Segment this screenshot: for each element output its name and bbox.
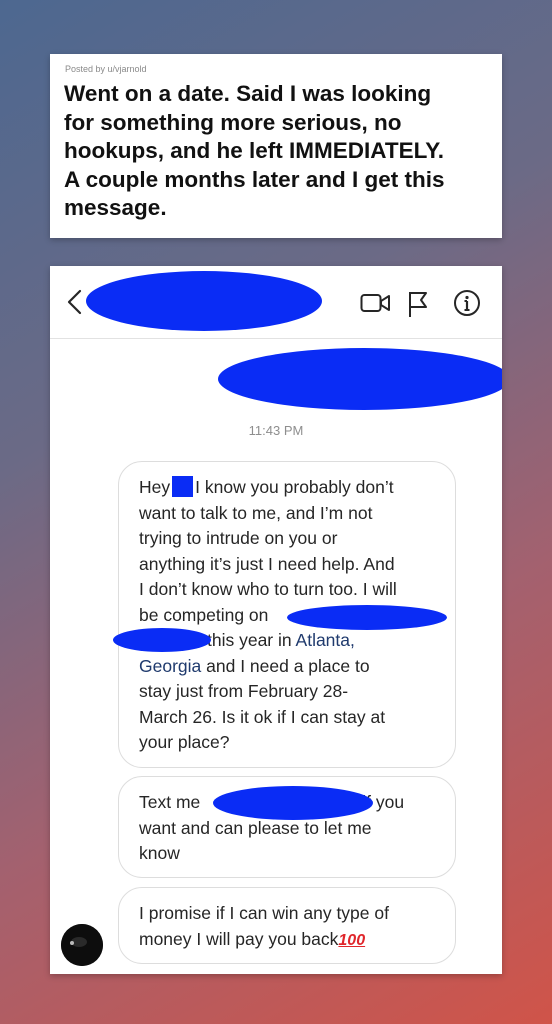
message-line: Georgia and I need a place to: [139, 654, 439, 680]
message-text: Text me: [139, 792, 201, 812]
message-line: March 26. Is it ok if I can stay at: [139, 706, 386, 727]
avatar[interactable]: [61, 924, 103, 966]
chat-screenshot: 11:43 PM Hey I know you probably don’t wa…: [50, 266, 502, 974]
hundred-points-emoji-icon: 100: [338, 931, 366, 949]
message-text: I know you probably don’t: [195, 477, 394, 497]
message-line: know: [139, 843, 180, 863]
redacted-event-name: [287, 604, 447, 630]
message-text: Hey: [139, 477, 171, 497]
chat-header: [50, 266, 502, 339]
redacted-sent-message: [218, 348, 502, 410]
received-message-bubble[interactable]: Hey I know you probably don’t want to tal…: [113, 461, 456, 768]
avatar-image: [61, 924, 103, 966]
post-title: Went on a date. Said I was looking for s…: [64, 80, 488, 223]
received-message-bubble[interactable]: I promise if I can win any type of money…: [118, 887, 456, 964]
redacted-name: [172, 476, 194, 497]
message-line: anything it’s just I need help. And: [139, 553, 395, 574]
message-line: I promise if I can win any type of: [139, 903, 389, 923]
video-camera-icon[interactable]: [360, 292, 392, 314]
message-line: be competing on: [139, 603, 447, 630]
message-line: want and can please to let me: [139, 817, 372, 838]
reddit-post-card: Posted by u/vjarnold Went on a date. Sai…: [50, 54, 502, 238]
message-text: this year in: [207, 630, 292, 650]
message-text: be competing on: [139, 604, 269, 625]
flag-icon[interactable]: [407, 290, 429, 318]
message-text: money I will pay you back: [139, 928, 339, 949]
message-line: this year in Atlanta,: [113, 628, 439, 654]
message-text: and I need a place to: [206, 655, 370, 676]
message-line: money I will pay you back100: [139, 927, 439, 954]
redacted-username: [86, 271, 322, 331]
message-line: Text me if you: [139, 786, 439, 820]
chevron-left-icon[interactable]: [64, 288, 86, 316]
message-line: stay just from February 28-: [139, 681, 349, 701]
message-line: your place?: [139, 732, 230, 752]
message-line: Hey I know you probably don’t: [139, 475, 439, 501]
post-title-line: hookups, and he left IMMEDIATELY.: [64, 138, 445, 163]
message-line: I don’t know who to turn too. I will: [139, 579, 397, 599]
post-title-line: A couple months later and I get this: [64, 166, 445, 192]
post-title-line: message.: [64, 195, 167, 220]
post-title-line: for something more serious, no: [64, 109, 402, 135]
message-timestamp: 11:43 PM: [248, 423, 304, 438]
location-link[interactable]: Georgia: [139, 656, 201, 676]
location-link[interactable]: Atlanta,: [296, 630, 355, 650]
redacted-event-name: [113, 628, 211, 652]
message-line: want to talk to me, and I’m not: [139, 502, 373, 523]
post-title-line: Went on a date. Said I was looking: [64, 81, 432, 106]
received-message-bubble[interactable]: Text me if you want and can please to let…: [118, 776, 456, 878]
message-line: trying to intrude on you or: [139, 528, 338, 548]
post-author-meta: Posted by u/vjarnold: [65, 64, 147, 74]
info-icon[interactable]: [453, 289, 481, 317]
